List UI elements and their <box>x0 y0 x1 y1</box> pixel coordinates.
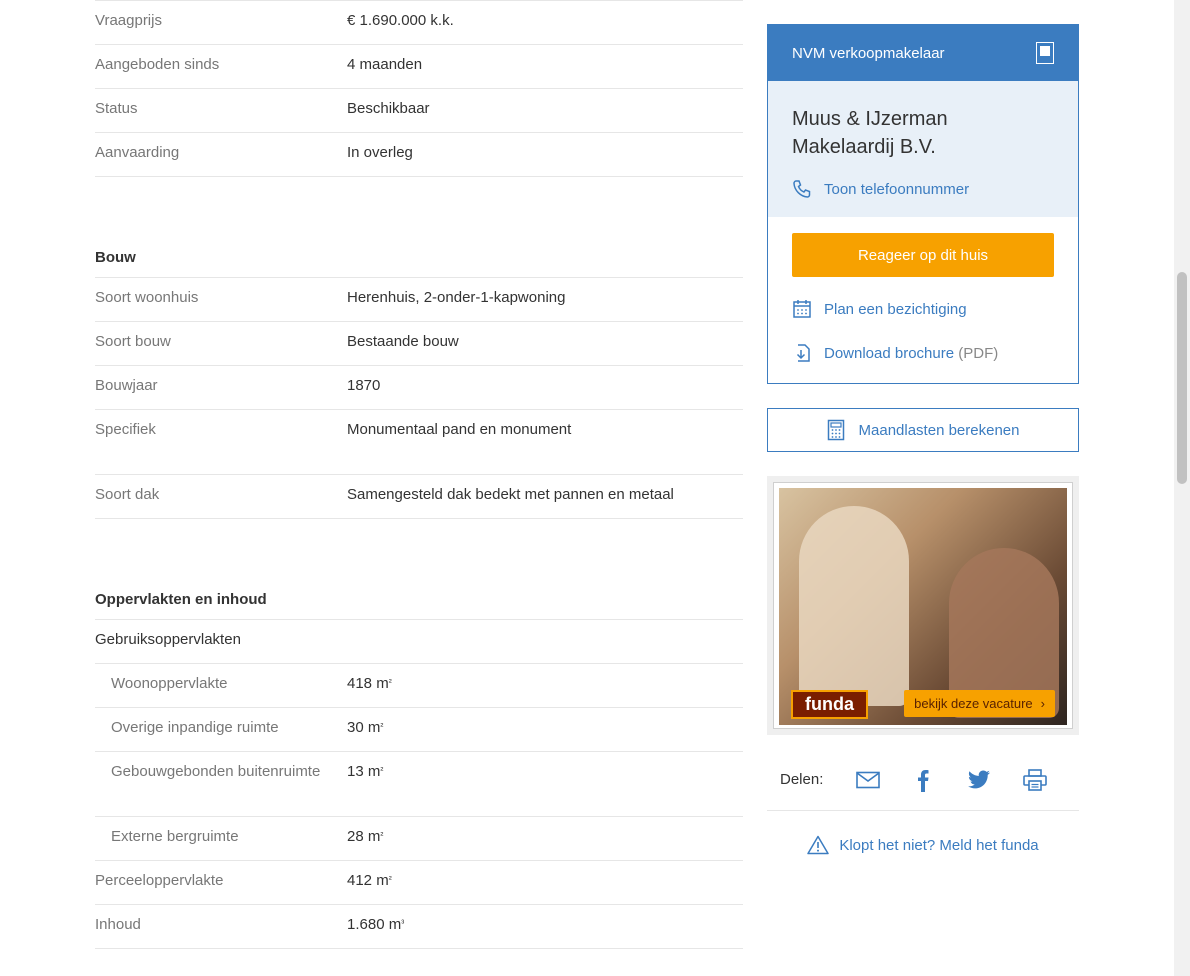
page-scrollbar[interactable] <box>1174 0 1190 976</box>
sidebar: NVM verkoopmakelaar Muus & IJzerman Make… <box>767 24 1079 855</box>
detail-row: Gebouwgebonden buitenruimte 13 m² <box>95 752 743 817</box>
subheading-label: Gebruiksoppervlakten <box>95 631 241 648</box>
calculate-monthly-costs-button[interactable]: Maandlasten berekenen <box>767 408 1079 452</box>
detail-label: Status <box>95 100 138 117</box>
ad-cta-label: bekijk deze vacature <box>914 696 1033 711</box>
detail-row: Woonoppervlakte 418 m² <box>95 664 743 708</box>
detail-row: Soort woonhuis Herenhuis, 2-onder-1-kapw… <box>95 278 743 322</box>
detail-row: Soort dak Samengesteld dak bedekt met pa… <box>95 475 743 519</box>
ad-frame[interactable]: funda bekijk deze vacature › <box>773 482 1073 729</box>
detail-row-vraagprijs: Vraagprijs € 1.690.000 k.k. <box>95 1 743 45</box>
funda-logo: funda <box>791 690 868 719</box>
agent-actions: Reageer op dit huis Plan een bezichtigin… <box>768 217 1078 383</box>
agent-header-title: NVM verkoopmakelaar <box>792 44 945 62</box>
calendar-icon <box>793 300 811 318</box>
detail-value: 1.680 m³ <box>347 916 405 933</box>
show-phone-link[interactable]: Toon telefoonnummer <box>792 179 1054 199</box>
phone-icon <box>793 180 811 198</box>
agent-header: NVM verkoopmakelaar <box>768 25 1078 81</box>
detail-row: Bouwjaar 1870 <box>95 366 743 410</box>
agent-info: Muus & IJzerman Makelaardij B.V. Toon te… <box>768 81 1078 217</box>
nvm-logo-icon <box>1036 42 1054 64</box>
detail-label: Gebouwgebonden buitenruimte <box>111 763 321 780</box>
detail-row: Soort bouw Bestaande bouw <box>95 322 743 366</box>
detail-value: Samengesteld dak bedekt met pannen en me… <box>347 486 674 503</box>
ad-cta-button[interactable]: bekijk deze vacature › <box>904 690 1055 717</box>
detail-value: 28 m² <box>347 828 384 845</box>
detail-label: Aangeboden sinds <box>95 56 220 73</box>
detail-value: 1870 <box>347 377 381 394</box>
detail-label: Woonoppervlakte <box>111 675 228 692</box>
facebook-icon[interactable] <box>912 768 935 792</box>
section-title-bouw: Bouw <box>95 237 743 278</box>
agent-box: NVM verkoopmakelaar Muus & IJzerman Make… <box>767 24 1079 384</box>
detail-label: Soort bouw <box>95 333 171 350</box>
details-column: Vraagprijs € 1.690.000 k.k. Aangeboden s… <box>95 0 743 949</box>
twitter-icon[interactable] <box>967 768 991 792</box>
download-brochure-link[interactable]: Download brochure (PDF) <box>792 341 1054 365</box>
chevron-right-icon: › <box>1040 696 1045 711</box>
detail-value: 4 maanden <box>347 56 423 73</box>
email-icon[interactable] <box>855 768 880 792</box>
detail-subheading: Gebruiksoppervlakten <box>95 620 743 664</box>
detail-label: Perceeloppervlakte <box>95 872 224 889</box>
report-error-link[interactable]: Klopt het niet? Meld het funda <box>767 835 1079 855</box>
detail-label: Inhoud <box>95 916 141 933</box>
detail-value: In overleg <box>347 144 413 161</box>
report-error-label: Klopt het niet? Meld het funda <box>839 836 1039 854</box>
detail-value: 30 m² <box>347 719 384 736</box>
ad-person-left <box>799 506 909 706</box>
plan-viewing-link[interactable]: Plan een bezichtiging <box>792 297 1054 321</box>
detail-row: Inhoud 1.680 m³ <box>95 905 743 949</box>
download-brochure-label: Download brochure <box>824 344 955 362</box>
show-phone-label: Toon telefoonnummer <box>824 180 970 198</box>
plan-viewing-label: Plan een bezichtiging <box>824 300 967 318</box>
detail-label: Overige inpandige ruimte <box>111 719 279 736</box>
detail-label: Bouwjaar <box>95 377 158 394</box>
detail-row-status: Status Beschikbaar <box>95 89 743 133</box>
advertisement: funda bekijk deze vacature › <box>767 476 1079 735</box>
detail-value: 412 m² <box>347 872 392 889</box>
detail-row-aangeboden: Aangeboden sinds 4 maanden <box>95 45 743 89</box>
brochure-format: (PDF) <box>958 344 999 362</box>
detail-label: Aanvaarding <box>95 144 180 161</box>
detail-row: Externe bergruimte 28 m² <box>95 817 743 861</box>
respond-button[interactable]: Reageer op dit huis <box>792 233 1054 277</box>
print-icon[interactable] <box>1023 768 1047 792</box>
detail-value: Herenhuis, 2-onder-1-kapwoning <box>347 289 566 306</box>
detail-value: Monumentaal pand en monument <box>347 421 572 438</box>
detail-label: Vraagprijs <box>95 12 162 29</box>
download-icon <box>796 344 810 362</box>
agent-name[interactable]: Muus & IJzerman Makelaardij B.V. <box>792 105 1054 161</box>
section-title-oppervlakten: Oppervlakten en inhoud <box>95 579 743 620</box>
share-label: Delen: <box>780 771 824 788</box>
detail-row: Overige inpandige ruimte 30 m² <box>95 708 743 752</box>
warning-icon <box>807 835 830 855</box>
detail-value: Bestaande bouw <box>347 333 459 350</box>
detail-value: 13 m² <box>347 763 384 780</box>
ad-photo: funda bekijk deze vacature › <box>779 488 1067 725</box>
share-bar: Delen: <box>767 749 1079 811</box>
detail-value: Beschikbaar <box>347 100 430 117</box>
calculate-label: Maandlasten berekenen <box>858 421 1020 439</box>
detail-label: Specifiek <box>95 421 156 438</box>
detail-row: Perceeloppervlakte 412 m² <box>95 861 743 905</box>
detail-value: € 1.690.000 k.k. <box>347 12 454 29</box>
detail-label: Soort woonhuis <box>95 289 199 306</box>
detail-value: 418 m² <box>347 675 392 692</box>
detail-row: Specifiek Monumentaal pand en monument <box>95 410 743 475</box>
calculator-icon <box>827 419 844 441</box>
detail-row-aanvaarding: Aanvaarding In overleg <box>95 133 743 177</box>
detail-label: Soort dak <box>95 486 160 503</box>
detail-label: Externe bergruimte <box>111 828 239 845</box>
scrollbar-thumb[interactable] <box>1177 272 1187 484</box>
